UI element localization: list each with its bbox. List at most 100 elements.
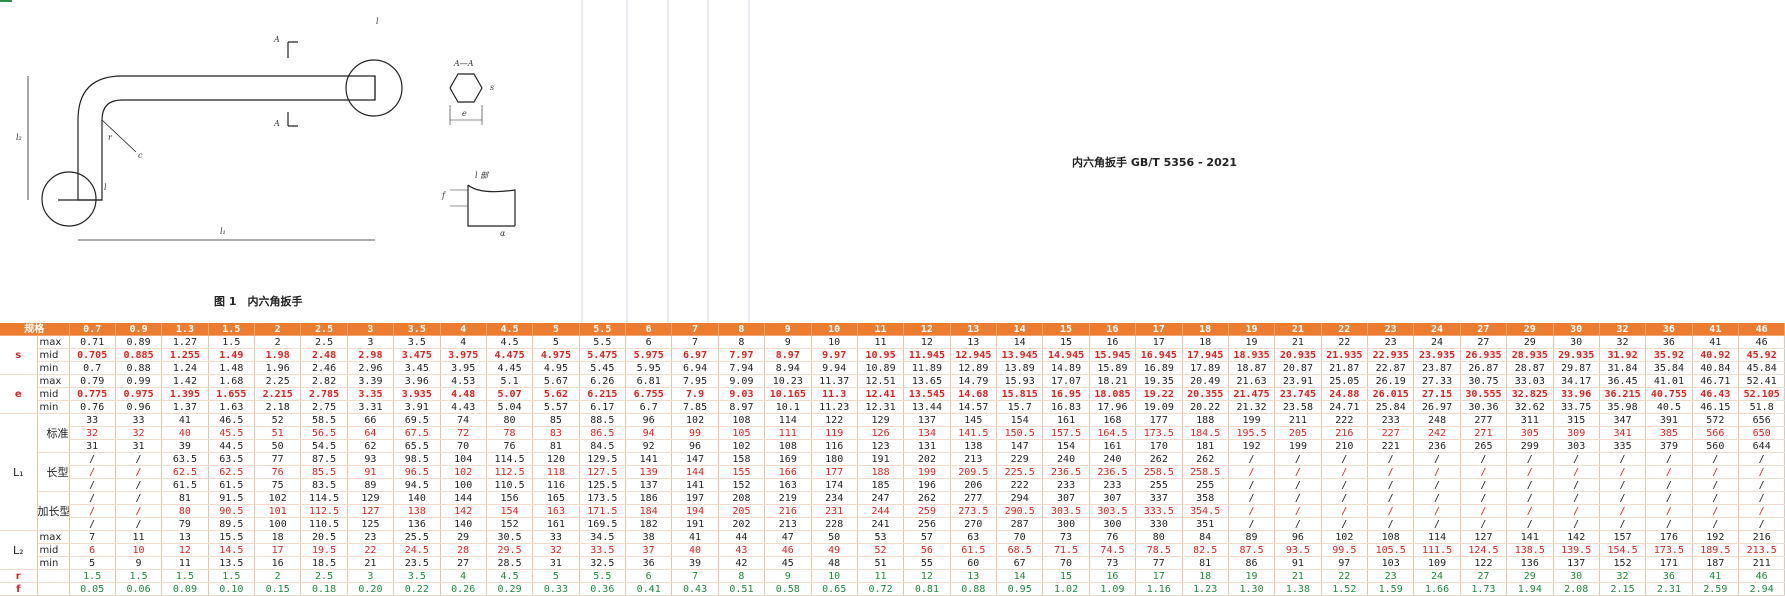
cell: 51 bbox=[857, 556, 905, 570]
cell: 16 bbox=[1089, 569, 1137, 583]
cell: 91.5 bbox=[208, 491, 256, 505]
cell: 45.92 bbox=[1738, 348, 1785, 362]
cell: 0.76 bbox=[69, 400, 116, 414]
cell: / bbox=[69, 491, 116, 505]
cell: / bbox=[1553, 452, 1600, 466]
row-sub-label: mid bbox=[37, 348, 70, 362]
cell: 169 bbox=[764, 452, 812, 466]
table-row: min 0.76 0.96 1.37 1.63 2.18 2.75 3.31 3.91 4.43 5… bbox=[0, 400, 1785, 414]
cell: 136 bbox=[1506, 556, 1554, 570]
cell: 6 bbox=[625, 335, 673, 349]
long-end-circle bbox=[345, 59, 403, 117]
cell: 2.96 bbox=[347, 361, 395, 375]
cell: 66 bbox=[347, 413, 395, 427]
cell: 63 bbox=[950, 530, 998, 544]
cell: 1.37 bbox=[161, 400, 209, 414]
cell: 1.655 bbox=[208, 387, 256, 401]
tip-detail bbox=[467, 184, 516, 227]
cell: / bbox=[1553, 465, 1600, 479]
spec-19: 19 bbox=[1228, 323, 1276, 336]
s-label: s bbox=[490, 83, 494, 92]
cell: / bbox=[1599, 452, 1647, 466]
cell: 35.92 bbox=[1645, 348, 1693, 362]
cell: 23 bbox=[1367, 569, 1415, 583]
cell: 45.84 bbox=[1738, 361, 1785, 375]
cell: / bbox=[1738, 504, 1785, 518]
cell: 140 bbox=[440, 517, 487, 531]
cell: 81 bbox=[161, 491, 209, 505]
cell: / bbox=[1321, 504, 1369, 518]
cell: 73 bbox=[1042, 530, 1090, 544]
cell: 131 bbox=[903, 439, 951, 453]
spec-16: 16 bbox=[1089, 323, 1137, 336]
cell: 13.65 bbox=[903, 374, 951, 388]
cell: 27.15 bbox=[1413, 387, 1461, 401]
cell: 5.62 bbox=[532, 387, 580, 401]
cell: 205 bbox=[1274, 426, 1322, 440]
cell: 109 bbox=[1413, 556, 1461, 570]
cell: 104 bbox=[440, 452, 487, 466]
cell: 73 bbox=[1089, 556, 1137, 570]
cell: 205 bbox=[718, 504, 766, 518]
cell: / bbox=[1274, 478, 1322, 492]
cell: 173.5 bbox=[1645, 543, 1693, 557]
cell: 81 bbox=[1182, 556, 1229, 570]
cell: 11.89 bbox=[903, 361, 951, 375]
cell: 65.5 bbox=[393, 439, 441, 453]
cell: 9 bbox=[764, 569, 812, 583]
cell: 330 bbox=[1135, 517, 1183, 531]
cell: 3.91 bbox=[393, 400, 441, 414]
cell: 19.5 bbox=[300, 543, 348, 557]
cell: 33.03 bbox=[1506, 374, 1554, 388]
cell: 10.89 bbox=[857, 361, 905, 375]
cell: 311 bbox=[1506, 413, 1554, 427]
cell: 147 bbox=[671, 452, 719, 466]
cell: / bbox=[1553, 478, 1600, 492]
cell: / bbox=[69, 465, 116, 479]
cell: 48 bbox=[811, 556, 858, 570]
spec-5: 5 bbox=[532, 323, 580, 336]
cell: 16 bbox=[1089, 335, 1137, 349]
cell: / bbox=[1460, 491, 1508, 505]
cell: 136 bbox=[393, 517, 441, 531]
cell: 6.26 bbox=[579, 374, 627, 388]
cell: 84 bbox=[1182, 530, 1229, 544]
cell: 13.945 bbox=[996, 348, 1044, 362]
cell: 83 bbox=[532, 426, 580, 440]
cell: 67 bbox=[996, 556, 1044, 570]
cell: / bbox=[1321, 517, 1369, 531]
cell: 43 bbox=[718, 543, 766, 557]
cell: / bbox=[1599, 517, 1647, 531]
cell: 30.36 bbox=[1460, 400, 1508, 414]
cell: 80 bbox=[161, 504, 209, 518]
cell: 315 bbox=[1553, 413, 1600, 427]
cell: 385 bbox=[1645, 426, 1693, 440]
cell: 40 bbox=[161, 426, 209, 440]
cell: 1.98 bbox=[254, 348, 302, 362]
cell: 6.97 bbox=[671, 348, 719, 362]
cell: 15 bbox=[1042, 335, 1090, 349]
cell: / bbox=[1228, 478, 1276, 492]
cell: 0.7 bbox=[69, 361, 116, 375]
cell: 277 bbox=[1460, 413, 1508, 427]
cell: 3.39 bbox=[347, 374, 395, 388]
cell: 19 bbox=[1228, 569, 1276, 583]
cell: / bbox=[1692, 452, 1740, 466]
cell: 102 bbox=[718, 439, 766, 453]
cell: 19.35 bbox=[1135, 374, 1183, 388]
cell: 209.5 bbox=[950, 465, 998, 479]
cell: 34.5 bbox=[579, 530, 627, 544]
cell: / bbox=[1413, 504, 1461, 518]
cell: 18 bbox=[1182, 335, 1229, 349]
cell: 294 bbox=[996, 491, 1044, 505]
cell: 656 bbox=[1738, 413, 1785, 427]
cell: 152 bbox=[718, 478, 766, 492]
cell: 11.37 bbox=[811, 374, 858, 388]
cell: 45 bbox=[764, 556, 812, 570]
cell: 90.5 bbox=[208, 504, 256, 518]
cell: 26.87 bbox=[1460, 361, 1508, 375]
cell: 114 bbox=[1413, 530, 1461, 544]
spec-24: 24 bbox=[1413, 323, 1461, 336]
cell: 0.33 bbox=[532, 582, 580, 596]
cell: 114 bbox=[764, 413, 812, 427]
